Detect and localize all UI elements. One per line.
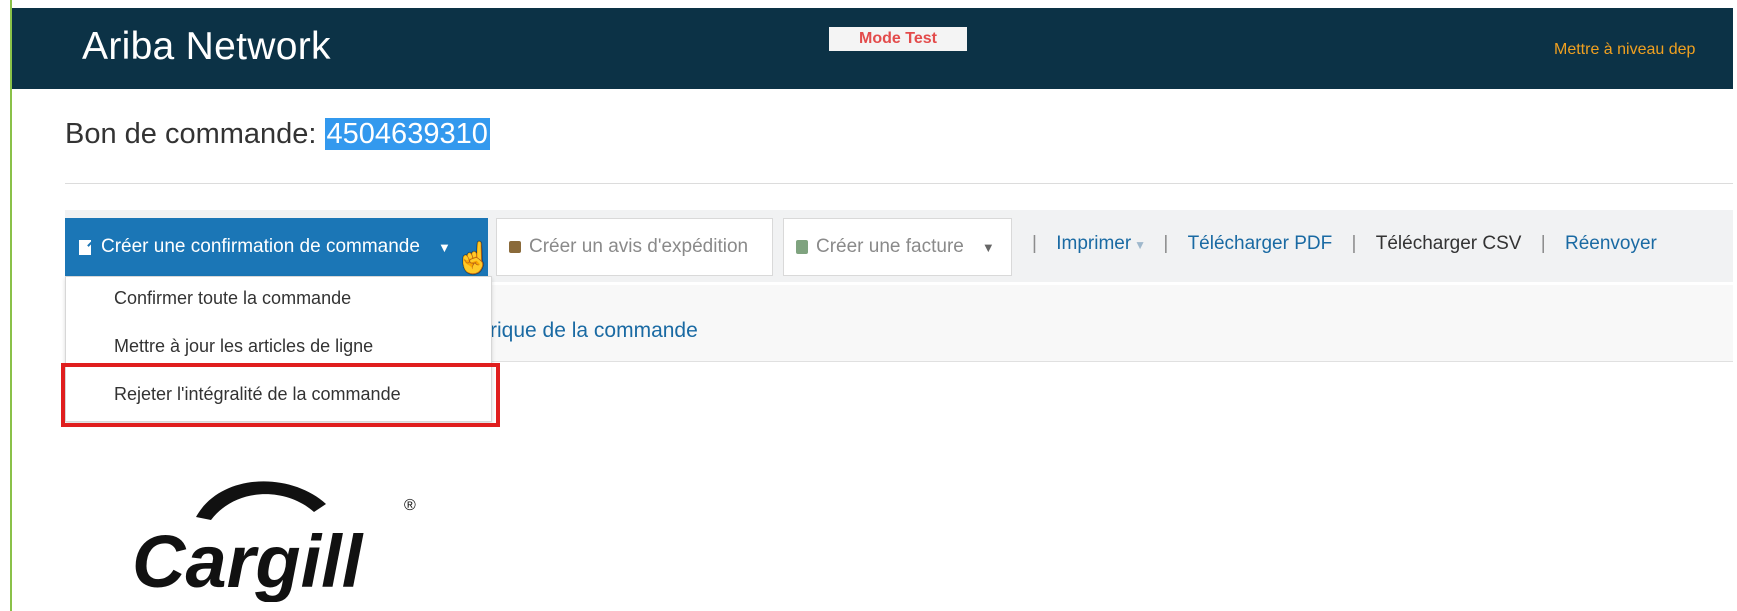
download-pdf-link[interactable]: Télécharger PDF	[1188, 233, 1333, 254]
create-invoice-button[interactable]: Créer une facture ▼	[783, 218, 1012, 276]
top-header: Ariba Network Mode Test Mettre à niveau …	[12, 8, 1733, 89]
truck-icon	[509, 241, 521, 253]
po-number: 4504639310	[324, 118, 490, 150]
separator: |	[1351, 233, 1357, 254]
highlight-box	[61, 363, 500, 427]
left-accent-line	[10, 0, 12, 611]
brand-title: Ariba Network	[82, 25, 331, 68]
history-tab-link[interactable]: rique de la commande	[490, 319, 698, 343]
print-label: Imprimer	[1056, 233, 1132, 254]
cargill-logo: Cargill ®	[132, 481, 416, 602]
page-title: Bon de commande: 4504639310	[65, 118, 490, 151]
mode-test-badge: Mode Test	[829, 27, 967, 51]
create-confirmation-label: Créer une confirmation de commande	[101, 236, 420, 257]
menu-item-update-line-items[interactable]: Mettre à jour les articles de ligne	[114, 336, 373, 357]
cargill-logo-text: Cargill	[132, 520, 364, 602]
title-label: Bon de commande:	[65, 118, 317, 150]
create-confirmation-button[interactable]: Créer une confirmation de commande ▼	[65, 218, 488, 276]
chevron-down-icon[interactable]: ▼	[982, 240, 995, 255]
separator: |	[1540, 233, 1546, 254]
create-ship-notice-label: Créer un avis d'expédition	[529, 236, 749, 257]
print-link[interactable]: Imprimer ▼	[1056, 233, 1151, 254]
create-invoice-label: Créer une facture	[816, 236, 964, 257]
chevron-down-icon[interactable]: ▼	[438, 240, 451, 255]
create-ship-notice-button[interactable]: Créer un avis d'expédition	[496, 218, 773, 276]
download-csv-link[interactable]: Télécharger CSV	[1376, 233, 1522, 254]
hand-cursor-icon: ☝	[455, 242, 493, 275]
resend-link[interactable]: Réenvoyer	[1565, 233, 1657, 254]
toolbar-links: | Imprimer ▼ | Télécharger PDF | Téléchar…	[1032, 233, 1657, 255]
registered-mark: ®	[404, 497, 416, 514]
separator: |	[1032, 233, 1037, 254]
upgrade-link[interactable]: Mettre à niveau dep	[1554, 41, 1695, 59]
invoice-icon	[796, 240, 808, 254]
separator: |	[1163, 233, 1169, 254]
document-edit-icon	[79, 239, 91, 255]
left-margin	[0, 0, 10, 611]
menu-item-confirm-all[interactable]: Confirmer toute la commande	[114, 288, 351, 309]
title-divider	[65, 183, 1733, 184]
right-margin	[1733, 0, 1737, 611]
chevron-down-icon: ▼	[1134, 238, 1147, 252]
